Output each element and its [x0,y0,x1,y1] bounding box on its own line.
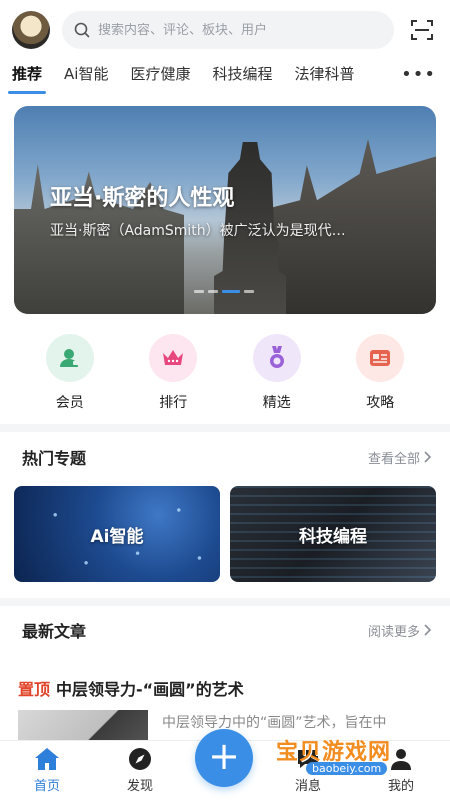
tab-tech[interactable]: 科技编程 [212,60,272,98]
section-divider [0,424,450,432]
search-box[interactable] [62,11,394,49]
banner-subtitle: 亚当·斯密（AdamSmith）被广泛认为是现代… [50,223,346,239]
carousel-dot[interactable] [208,290,218,293]
article-title-text: 中层领导力-“画圆”的艺术 [56,680,244,699]
top-bar [0,0,450,60]
carousel-dot-active[interactable] [222,290,240,293]
read-more-label: 阅读更多 [367,624,420,640]
topic-card-ai[interactable]: Ai智能 [14,486,220,582]
hot-topics-header: 热门专题 查看全部 [0,442,450,472]
tab-medical[interactable]: 医疗健康 [130,60,190,98]
nav-mine-label: 我的 [387,779,414,794]
carousel-dot[interactable] [244,290,254,293]
quick-nav-featured[interactable]: 精选 [245,334,309,412]
avatar[interactable] [12,11,50,49]
topic-card-label: Ai智能 [90,526,144,547]
quick-nav-label: 攻略 [366,395,395,411]
home-icon [35,748,59,770]
scan-icon [411,20,433,40]
more-tabs-icon[interactable]: ••• [401,64,436,85]
article-title[interactable]: 置顶 中层领导力-“画圆”的艺术 [18,676,244,700]
add-post-button[interactable]: + [195,729,253,787]
message-icon [298,750,318,768]
guide-icon [356,334,405,382]
hot-topics-title: 热门专题 [22,449,87,468]
chevron-right-icon [424,451,432,463]
plus-icon: + [208,734,240,778]
tab-recommend[interactable]: 推荐 [7,60,47,98]
view-all-link[interactable]: 查看全部 [368,448,432,467]
chevron-right-icon [424,624,432,636]
quick-nav: 会员 排行 精选 攻略 [0,334,450,412]
crown-icon [149,334,198,382]
carousel-dot[interactable] [194,290,204,293]
quick-nav-label: 会员 [55,395,84,411]
quick-nav-guide[interactable]: 攻略 [348,334,412,412]
quick-nav-ranking[interactable]: 排行 [141,334,205,412]
quick-nav-label: 精选 [262,395,291,411]
latest-articles-title: 最新文章 [22,622,87,641]
topic-card-tech[interactable]: 科技编程 [230,486,436,582]
bottom-nav: 首页 发现 + 消息 我的 [0,729,450,800]
nav-mine[interactable]: 我的 [371,747,431,794]
pinned-badge: 置顶 [18,680,51,699]
banner-carousel[interactable]: 亚当·斯密的人性观 亚当·斯密（AdamSmith）被广泛认为是现代… [14,106,436,314]
section-divider [0,598,450,606]
category-tabs: 推荐 Ai智能 医疗健康 科技编程 法律科普 [0,60,450,98]
member-icon [45,334,94,382]
nav-discover[interactable]: 发现 [110,747,170,794]
tab-law[interactable]: 法律科普 [294,60,354,98]
carousel-indicator [194,290,254,293]
article-excerpt: 中层领导力中的“画圆”艺术，旨在中 [162,715,387,731]
read-more-link[interactable]: 阅读更多 [368,621,432,640]
nav-home[interactable]: 首页 [17,747,77,794]
view-all-label: 查看全部 [367,451,420,467]
search-input[interactable] [98,22,368,38]
quick-nav-member[interactable]: 会员 [38,334,102,412]
nav-messages[interactable]: 消息 [278,747,338,794]
user-icon [391,749,411,770]
banner-title: 亚当·斯密的人性观 [50,186,235,211]
compass-icon [129,748,151,770]
tab-ai[interactable]: Ai智能 [64,60,108,98]
latest-articles-header: 最新文章 阅读更多 [0,615,450,645]
search-icon [74,22,90,38]
nav-home-label: 首页 [33,779,60,794]
scan-button[interactable] [408,16,436,44]
nav-discover-label: 发现 [126,779,153,794]
nav-messages-label: 消息 [294,779,321,794]
medal-icon [252,334,301,382]
quick-nav-label: 排行 [159,395,188,411]
topic-card-label: 科技编程 [299,526,367,547]
